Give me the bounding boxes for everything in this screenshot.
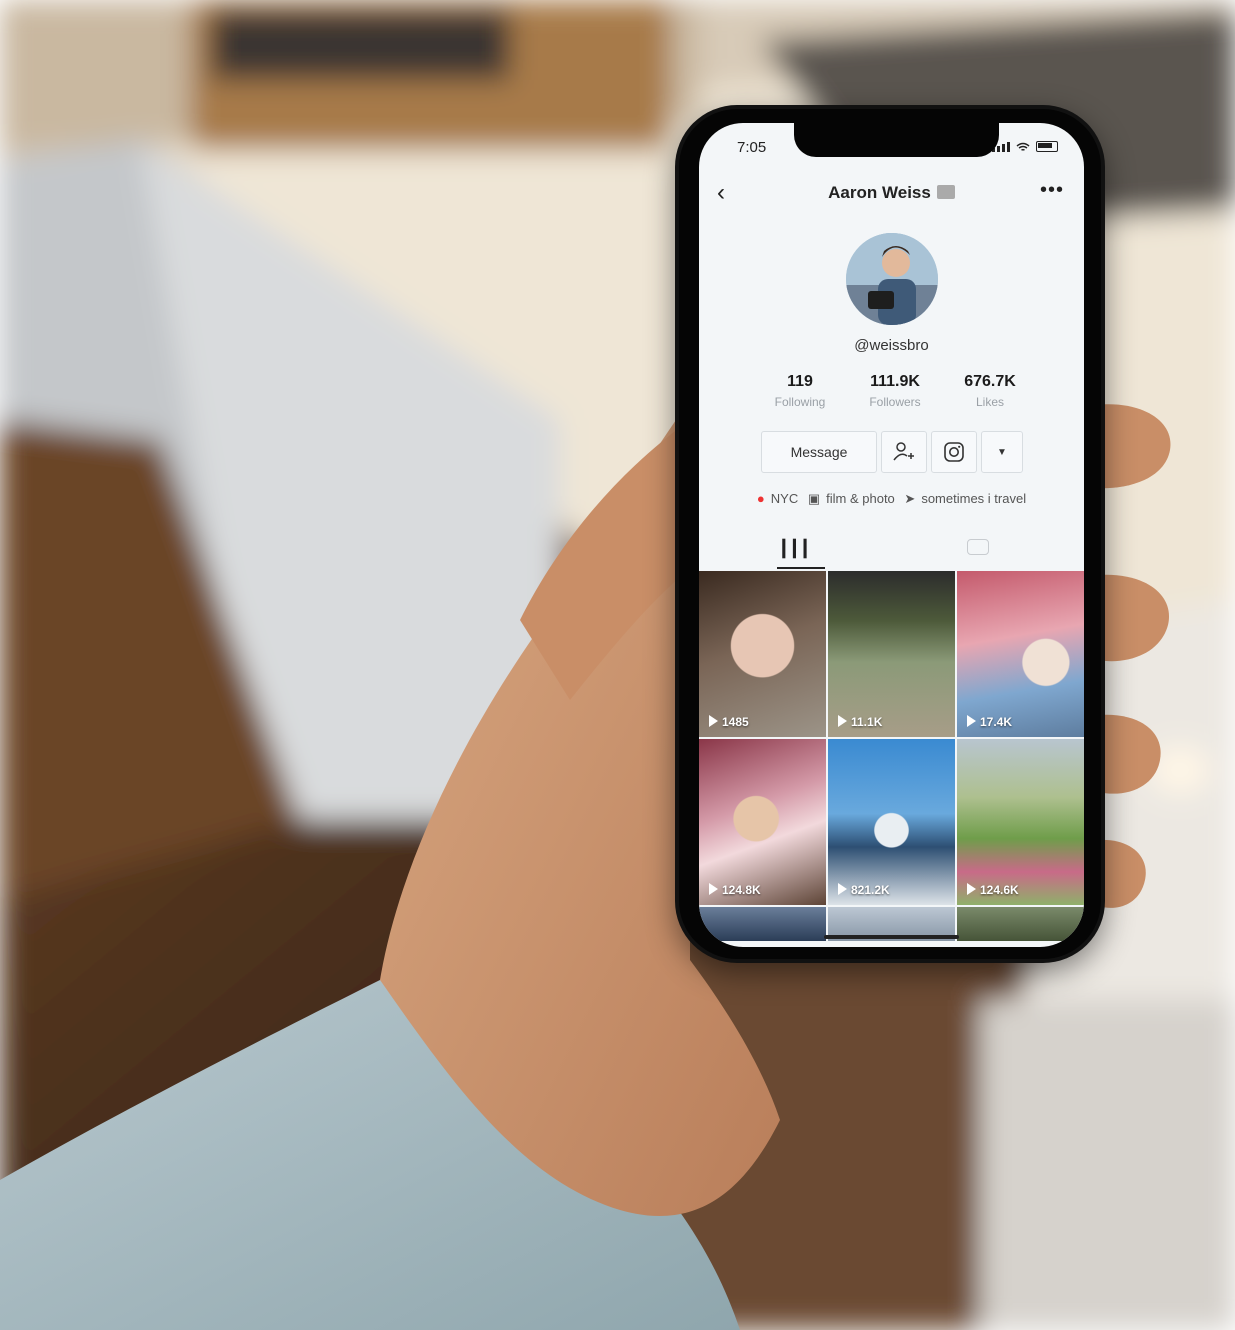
stat-following[interactable]: 119 Following	[755, 373, 845, 409]
bio-location: NYC	[770, 491, 799, 506]
video-thumbnail[interactable]	[957, 907, 1084, 941]
video-views: 124.8K	[709, 883, 761, 897]
profile-name: Aaron Weiss	[828, 183, 931, 202]
home-indicator[interactable]	[824, 935, 959, 939]
wifi-icon	[1016, 142, 1030, 151]
avatar-photo	[846, 233, 938, 325]
play-icon	[838, 883, 847, 895]
battery-icon	[1036, 141, 1058, 152]
more-dots-icon[interactable]: •••	[1040, 179, 1064, 202]
video-views: 1485	[709, 715, 749, 729]
video-views: 821.2K	[838, 883, 890, 897]
video-views: 17.4K	[967, 715, 1012, 729]
profile-handle: @weissbro	[854, 337, 929, 354]
pin-icon: ●	[756, 491, 765, 506]
video-views: 124.6K	[967, 883, 1019, 897]
video-grid: 1485 11.1K 17.4K 124.8K 821.2K 124.6K	[699, 571, 1084, 941]
avatar[interactable]	[846, 233, 938, 325]
bio-interest: film & photo	[826, 491, 895, 506]
clapperboard-icon	[936, 185, 955, 199]
play-icon	[709, 883, 718, 895]
message-button[interactable]: Message	[761, 431, 877, 473]
video-thumbnail[interactable]	[699, 907, 826, 941]
play-icon	[709, 715, 718, 727]
play-icon	[967, 715, 976, 727]
stat-likes[interactable]: 676.7K Likes	[945, 373, 1035, 409]
play-icon	[967, 883, 976, 895]
phone-notch	[794, 123, 999, 157]
video-thumbnail[interactable]: 17.4K	[957, 571, 1084, 737]
grid-icon[interactable]: ┃┃┃	[779, 539, 811, 559]
photo-scene: 7:05 ‹ Aaron Weiss ••• @weissbro 119 Fol…	[0, 0, 1235, 1330]
heart-hidden-icon[interactable]	[967, 539, 989, 555]
bio-travel: sometimes i travel	[921, 491, 1027, 506]
stat-label: Followers	[869, 395, 921, 409]
status-icons	[992, 141, 1058, 152]
stat-value: 111.9K	[870, 373, 920, 390]
caret-down-icon: ▼	[997, 446, 1007, 458]
follow-button[interactable]	[881, 431, 927, 473]
user-add-icon	[893, 442, 914, 461]
active-tab-indicator	[777, 567, 825, 569]
stat-label: Following	[774, 395, 826, 409]
video-thumbnail[interactable]: 821.2K	[828, 739, 955, 905]
phone-screen: 7:05 ‹ Aaron Weiss ••• @weissbro 119 Fol…	[699, 123, 1084, 947]
stat-value: 676.7K	[964, 373, 1016, 390]
instagram-icon	[944, 442, 964, 462]
status-time: 7:05	[737, 139, 767, 156]
profile-stats: 119 Following 111.9K Followers 676.7K Li…	[755, 373, 1035, 409]
more-options-button[interactable]: ▼	[981, 431, 1023, 473]
stat-followers[interactable]: 111.9K Followers	[850, 373, 940, 409]
play-icon	[838, 715, 847, 727]
profile-tabs: ┃┃┃	[699, 529, 1084, 569]
video-thumbnail[interactable]: 124.8K	[699, 739, 826, 905]
stat-label: Likes	[975, 395, 1004, 409]
video-views: 11.1K	[838, 715, 882, 729]
smartphone: 7:05 ‹ Aaron Weiss ••• @weissbro 119 Fol…	[675, 105, 1105, 963]
camera-icon: ▣	[807, 491, 821, 506]
video-thumbnail[interactable]: 11.1K	[828, 571, 955, 737]
rocket-icon: ➤	[904, 491, 916, 506]
profile-actions: Message ▼	[761, 431, 1023, 473]
page-title: Aaron Weiss	[699, 183, 1084, 203]
profile-bio: ● NYC ▣ film & photo ➤ sometimes i travel	[699, 491, 1084, 507]
video-thumbnail[interactable]: 124.6K	[957, 739, 1084, 905]
video-thumbnail[interactable]: 1485	[699, 571, 826, 737]
instagram-button[interactable]	[931, 431, 977, 473]
stat-value: 119	[787, 373, 813, 390]
profile-nav-bar: ‹ Aaron Weiss •••	[699, 175, 1084, 211]
